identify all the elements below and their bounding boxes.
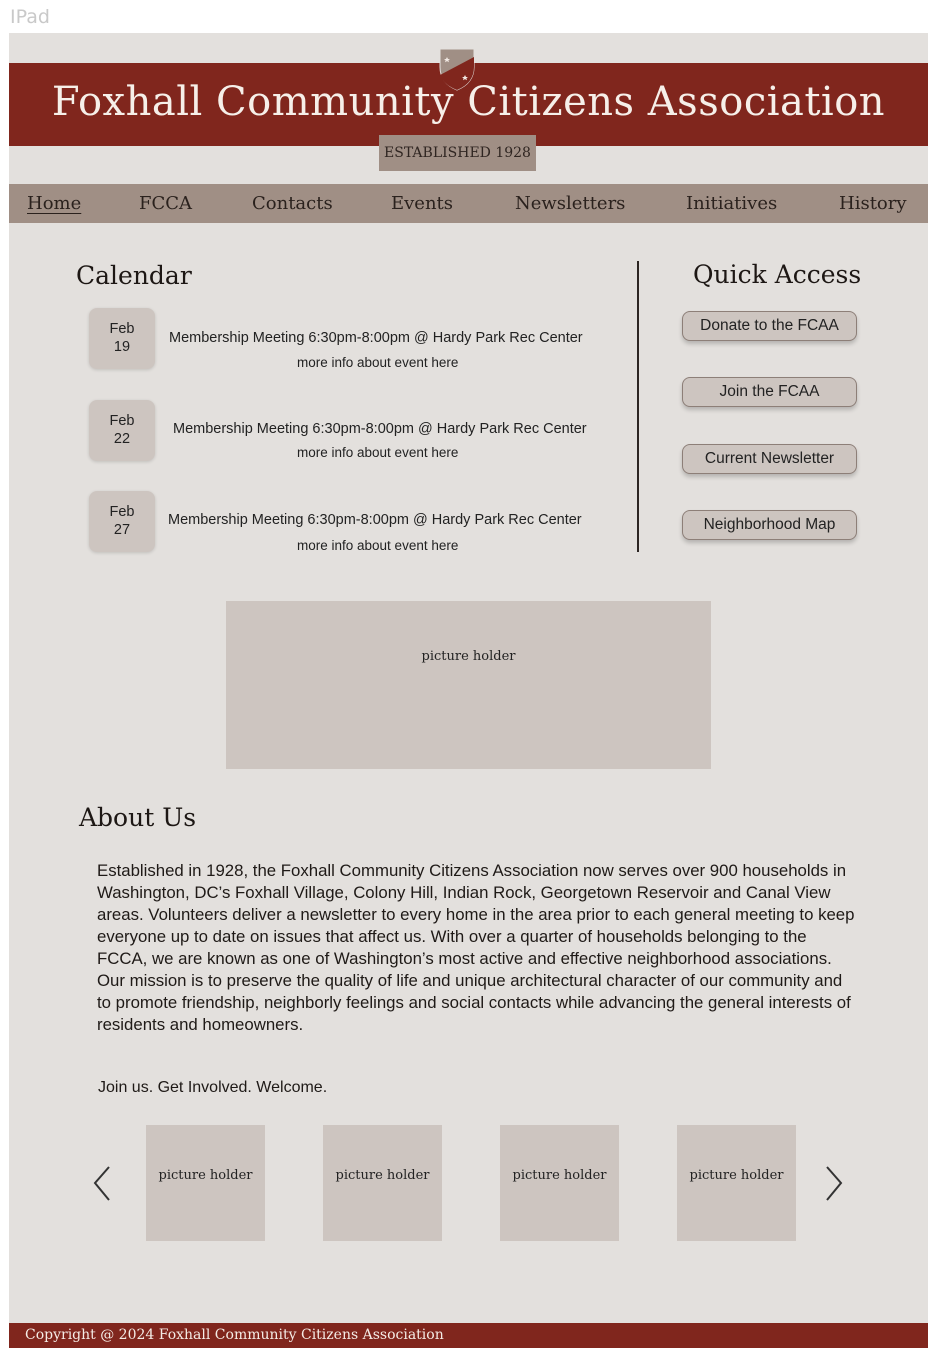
event-more-link[interactable]: more info about event here [297,355,458,370]
event-title[interactable]: Membership Meeting 6:30pm-8:00pm @ Hardy… [173,421,587,437]
featured-picture: picture holder [226,601,711,769]
about-title: About Us [79,803,197,832]
neighborhood-map-button[interactable]: Neighborhood Map [682,510,857,540]
nav-item-newsletters[interactable]: Newsletters [515,184,625,223]
join-tagline: Join us. Get Involved. Welcome. [98,1079,328,1096]
column-divider [637,261,639,552]
main-nav: Home FCCA Contacts Events Newsletters In… [9,184,928,223]
event-month: Feb [109,413,135,429]
picture-placeholder-label: picture holder [512,1168,607,1183]
event-day: 22 [113,431,131,447]
event-month: Feb [109,504,135,520]
crest-logo-icon [439,48,475,91]
page: Foxhall Community Citizens Association E… [9,33,928,1348]
event-title[interactable]: Membership Meeting 6:30pm-8:00pm @ Hardy… [169,330,583,346]
event-more-link[interactable]: more info about event here [297,445,458,460]
chevron-left-icon[interactable] [91,1164,115,1204]
picture-placeholder-label: picture holder [335,1168,430,1183]
event-date-badge: Feb 22 [89,400,155,461]
event-title[interactable]: Membership Meeting 6:30pm-8:00pm @ Hardy… [168,512,582,528]
event-day: 19 [113,339,131,355]
nav-item-home[interactable]: Home [27,184,81,223]
event-date-badge: Feb 27 [89,491,155,552]
nav-item-fcca[interactable]: FCCA [139,184,192,223]
quick-access-title: Quick Access [693,260,862,289]
carousel-picture[interactable]: picture holder [677,1125,796,1241]
event-more-link[interactable]: more info about event here [297,538,458,553]
device-frame-label: IPad [10,6,50,28]
donate-button[interactable]: Donate to the FCAA [682,311,857,341]
picture-placeholder-label: picture holder [158,1168,253,1183]
nav-item-initiatives[interactable]: Initiatives [686,184,777,223]
nav-item-contacts[interactable]: Contacts [252,184,333,223]
event-month: Feb [109,321,135,337]
nav-item-history[interactable]: History [839,184,907,223]
event-date-badge: Feb 19 [89,308,155,369]
carousel-picture[interactable]: picture holder [146,1125,265,1241]
current-newsletter-button[interactable]: Current Newsletter [682,444,857,474]
carousel-picture[interactable]: picture holder [323,1125,442,1241]
picture-placeholder-label: picture holder [421,649,516,664]
established-badge: ESTABLISHED 1928 [379,135,536,171]
copyright-text: Copyright @ 2024 Foxhall Community Citiz… [25,1327,444,1343]
footer: Copyright @ 2024 Foxhall Community Citiz… [9,1323,928,1348]
chevron-right-icon[interactable] [821,1164,845,1204]
event-day: 27 [113,522,131,538]
calendar-title: Calendar [76,261,192,290]
picture-placeholder-label: picture holder [689,1168,784,1183]
join-button[interactable]: Join the FCAA [682,377,857,407]
nav-item-events[interactable]: Events [391,184,453,223]
about-body: Established in 1928, the Foxhall Communi… [97,861,855,1034]
carousel-picture[interactable]: picture holder [500,1125,619,1241]
